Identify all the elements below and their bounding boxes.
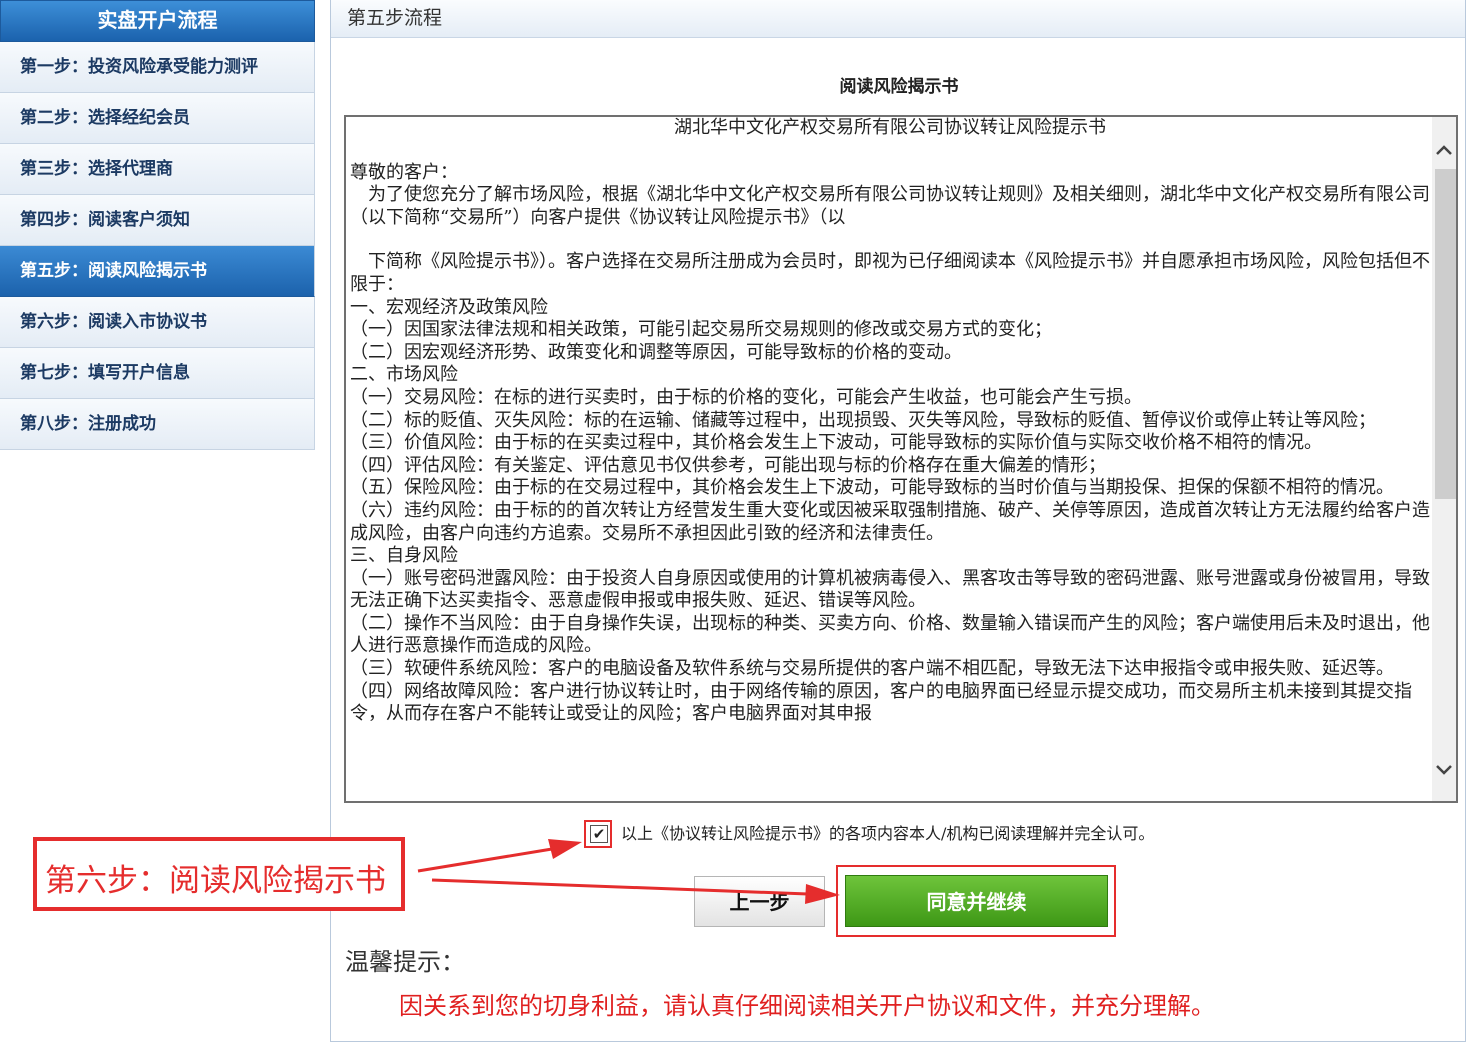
document-paragraph: 一、宏观经济及政策风险 [350, 296, 548, 318]
document-paragraph: 下简称《风险提示书》）。客户选择在交易所注册成为会员时，即视为已仔细阅读本《风险… [350, 251, 1430, 295]
page-title: 阅读风险揭示书 [839, 77, 959, 97]
chevron-down-icon[interactable] [1432, 759, 1456, 783]
check-icon: ✔ [592, 825, 606, 843]
document-paragraph: 二、市场风险 [350, 364, 458, 386]
risk-document-text: 湖北华中文化产权交易所有限公司协议转让风险提示书 尊敬的客户： 为了使您充分了解… [350, 117, 1430, 726]
checkbox-highlight: ✔ [584, 820, 612, 848]
panel-header: 第五步流程 [331, 0, 1465, 38]
annotation-label: 第六步：阅读风险揭示书 [45, 863, 386, 899]
sidebar-item-step-5[interactable]: 第五步：阅读风险揭示书 [0, 246, 315, 297]
document-paragraph: （四）网络故障风险：客户进行协议转让时，由于网络传输的原因，客户的电脑界面已经显… [350, 680, 1412, 725]
sidebar-item-step-7[interactable]: 第七步：填写开户信息 [0, 348, 315, 399]
sidebar-item-step-3[interactable]: 第三步：选择代理商 [0, 144, 315, 195]
document-paragraph: （一）交易风险：在标的进行买卖时，由于标的价格的变化，可能会产生收益，也可能会产… [350, 386, 1142, 408]
tip-title: 温馨提示： [345, 948, 465, 976]
scrollbar[interactable] [1432, 117, 1456, 801]
sidebar-item-step-6[interactable]: 第六步：阅读入市协议书 [0, 297, 315, 348]
document-paragraph: （二）操作不当风险：由于自身操作失误，出现标的种类、买卖方向、价格、数量输入错误… [350, 612, 1430, 657]
annotation-box: 第六步：阅读风险揭示书 [33, 837, 405, 911]
risk-document-scrollbox[interactable]: 湖北华中文化产权交易所有限公司协议转让风险提示书 尊敬的客户： 为了使您充分了解… [344, 115, 1458, 803]
next-button-highlight: 同意并继续 [836, 865, 1116, 937]
sidebar-item-step-4[interactable]: 第四步：阅读客户须知 [0, 195, 315, 246]
agree-checkbox[interactable]: ✔ [590, 825, 608, 843]
document-paragraph: 尊敬的客户： [350, 161, 458, 183]
sidebar: 实盘开户流程 第一步：投资风险承受能力测评 第二步：选择经纪会员 第三步：选择代… [0, 0, 315, 450]
document-paragraph: （五）保险风险：由于标的在交易过程中，其价格会发生上下波动，可能导致标的当时价值… [350, 477, 1394, 499]
agree-continue-button[interactable]: 同意并继续 [845, 875, 1108, 927]
sidebar-item-step-2[interactable]: 第二步：选择经纪会员 [0, 93, 315, 144]
scrollbar-thumb[interactable] [1435, 169, 1456, 499]
document-paragraph: （六）违约风险：由于标的的首次转让方经营发生重大变化或因被采取强制措施、破产、关… [350, 499, 1430, 544]
prev-step-button[interactable]: 上一步 [694, 876, 825, 927]
agree-label[interactable]: 以上《协议转让风险提示书》的各项内容本人/机构已阅读理解并完全认可。 [621, 820, 1154, 848]
document-paragraph: 三、自身风险 [350, 545, 458, 567]
tip-text: 因关系到您的切身利益，请认真仔细阅读相关开户协议和文件，并充分理解。 [399, 992, 1215, 1020]
document-paragraph: （一）账号密码泄露风险：由于投资人自身原因或使用的计算机被病毒侵入、黑客攻击等导… [350, 567, 1430, 612]
document-paragraph: （三）软硬件系统风险：客户的电脑设备及软件系统与交易所提供的客户端不相匹配，导致… [350, 658, 1394, 680]
sidebar-item-step-1[interactable]: 第一步：投资风险承受能力测评 [0, 42, 315, 93]
document-paragraph: （一）因国家法律法规和相关政策，可能引起交易所交易规则的修改或交易方式的变化； [350, 319, 1052, 341]
document-paragraph: 为了使您充分了解市场风险，根据《湖北华中文化产权交易所有限公司协议转让规则》及相… [350, 184, 1430, 228]
document-paragraph: （二）标的贬值、灭失风险：标的在运输、储藏等过程中，出现损毁、灭失等风险，导致标… [350, 409, 1376, 431]
document-paragraph: （四）评估风险：有关鉴定、评估意见书仅供参考，可能出现与标的价格存在重大偏差的情… [350, 454, 1106, 476]
main-panel: 第五步流程 阅读风险揭示书 湖北华中文化产权交易所有限公司协议转让风险提示书 尊… [330, 0, 1466, 1042]
document-heading: 湖北华中文化产权交易所有限公司协议转让风险提示书 [674, 117, 1106, 138]
document-paragraph: （三）价值风险：由于标的在买卖过程中，其价格会发生上下波动，可能导致标的实际价值… [350, 432, 1322, 454]
chevron-up-icon[interactable] [1432, 139, 1456, 163]
sidebar-item-step-8[interactable]: 第八步：注册成功 [0, 399, 315, 450]
document-paragraph: （二）因宏观经济形势、政策变化和调整等原因，可能导致标的价格的变动。 [350, 341, 962, 363]
sidebar-title: 实盘开户流程 [0, 0, 315, 42]
